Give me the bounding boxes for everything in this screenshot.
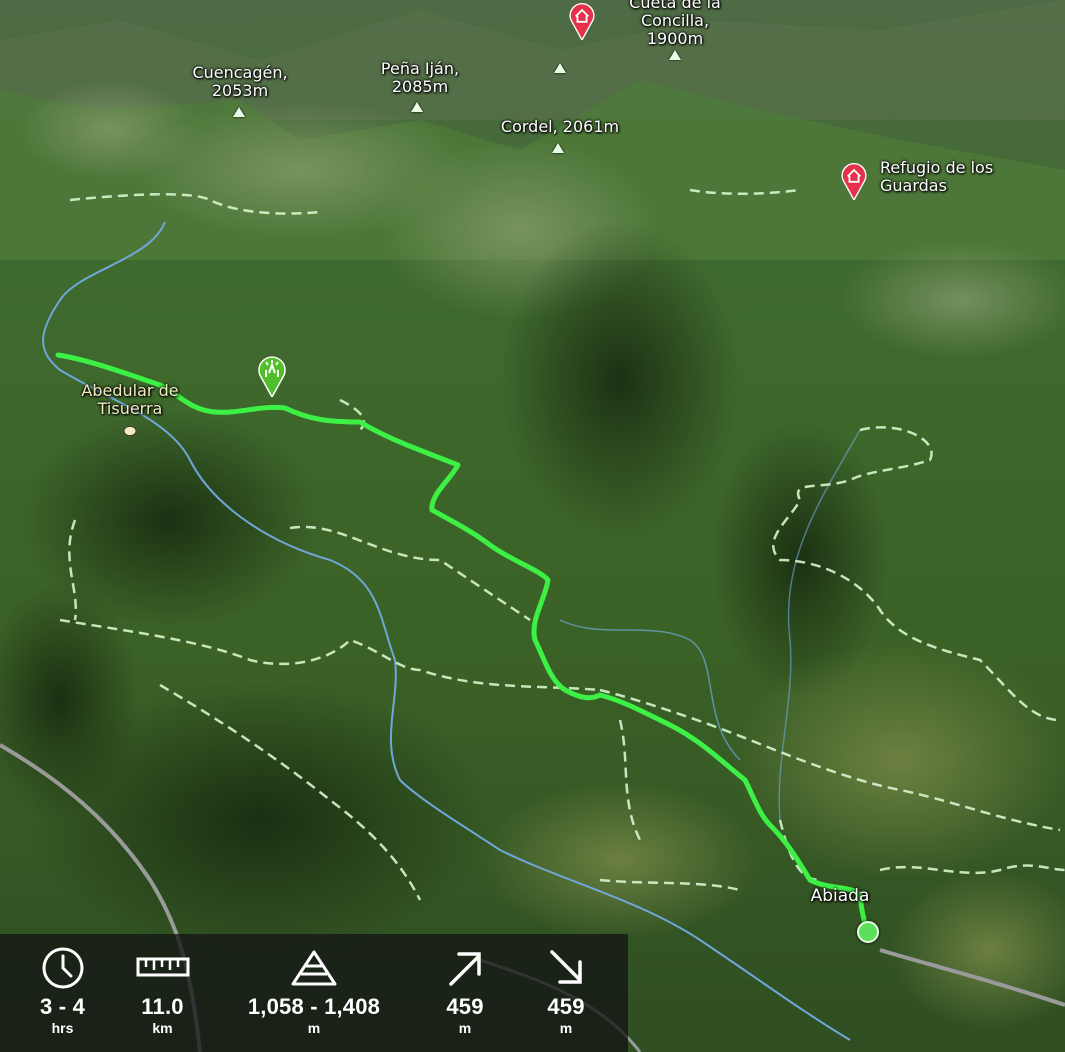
abedular-label[interactable]: Abedular de Tisuerra — [60, 382, 200, 418]
stat-elevation-range: 1,058 - 1,408 m — [230, 934, 398, 1052]
distance-unit: km — [152, 1020, 173, 1036]
refugio-label[interactable]: Refugio de los Guardas — [880, 159, 993, 195]
peak-name: Cordel, 2061m — [500, 117, 620, 136]
refugio-pin-icon[interactable] — [838, 160, 870, 200]
peak-concilla-icon — [669, 50, 681, 60]
peak-elevation: 2053m — [211, 81, 269, 100]
peak-cuencagen-icon — [233, 107, 245, 117]
peak-cuencagen-label[interactable]: Cuencagén, 2053m — [180, 64, 300, 100]
peak-concilla-label[interactable]: Cueta de la Concilla, 1900m — [615, 0, 735, 48]
peak-elevation: 2085m — [391, 77, 449, 96]
peak-name-line2: Concilla, — [640, 11, 710, 30]
leaf-icon — [123, 426, 137, 436]
peak-name: Cuencagén, — [192, 63, 288, 82]
viewpoint-pin-icon[interactable] — [255, 353, 289, 397]
peak-pena-ijan-label[interactable]: Peña Iján, 2085m — [360, 60, 480, 96]
descent-unit: m — [559, 1020, 573, 1036]
abedular-name: Abedular de — [81, 381, 179, 400]
peak-pena-ijan-icon — [411, 102, 423, 112]
abedular-name-line2: Tisuerra — [97, 399, 163, 418]
hut-pin-icon[interactable] — [566, 0, 598, 40]
duration-unit: hrs — [51, 1020, 74, 1036]
refugio-name-line2: Guardas — [880, 176, 947, 195]
elevation-icon — [291, 950, 337, 986]
stat-duration: 3 - 4 hrs — [20, 934, 105, 1052]
refugio-name: Refugio de los — [880, 158, 994, 177]
route-stats-panel: 3 - 4 hrs 11.0 km 1,058 - 1,408 m 459 m … — [0, 934, 628, 1052]
elevation-range-value: 1,058 - 1,408 — [247, 994, 381, 1019]
ascent-unit: m — [458, 1020, 472, 1036]
stat-distance: 11.0 km — [120, 934, 205, 1052]
duration-value: 3 - 4 — [39, 994, 86, 1019]
distance-value: 11.0 — [141, 994, 184, 1019]
peak-cordel-label[interactable]: Cordel, 2061m — [480, 118, 640, 136]
peak-cordel-icon — [552, 143, 564, 153]
peak-name: Peña Iján, — [380, 59, 460, 78]
route-end-marker[interactable] — [857, 921, 879, 943]
descent-value: 459 — [547, 994, 585, 1019]
stat-ascent: 459 m — [425, 934, 505, 1052]
peak-elevation: 1900m — [646, 29, 704, 48]
ascent-value: 459 — [446, 994, 484, 1019]
ascent-arrow-icon — [449, 952, 481, 986]
descent-arrow-icon — [550, 950, 582, 984]
peak-unnamed-icon — [554, 63, 566, 73]
village-label[interactable]: Abiada — [795, 887, 885, 905]
stat-descent: 459 m — [526, 934, 606, 1052]
elevation-range-unit: m — [307, 1020, 321, 1036]
clock-icon — [42, 947, 83, 989]
ruler-icon — [136, 957, 189, 977]
